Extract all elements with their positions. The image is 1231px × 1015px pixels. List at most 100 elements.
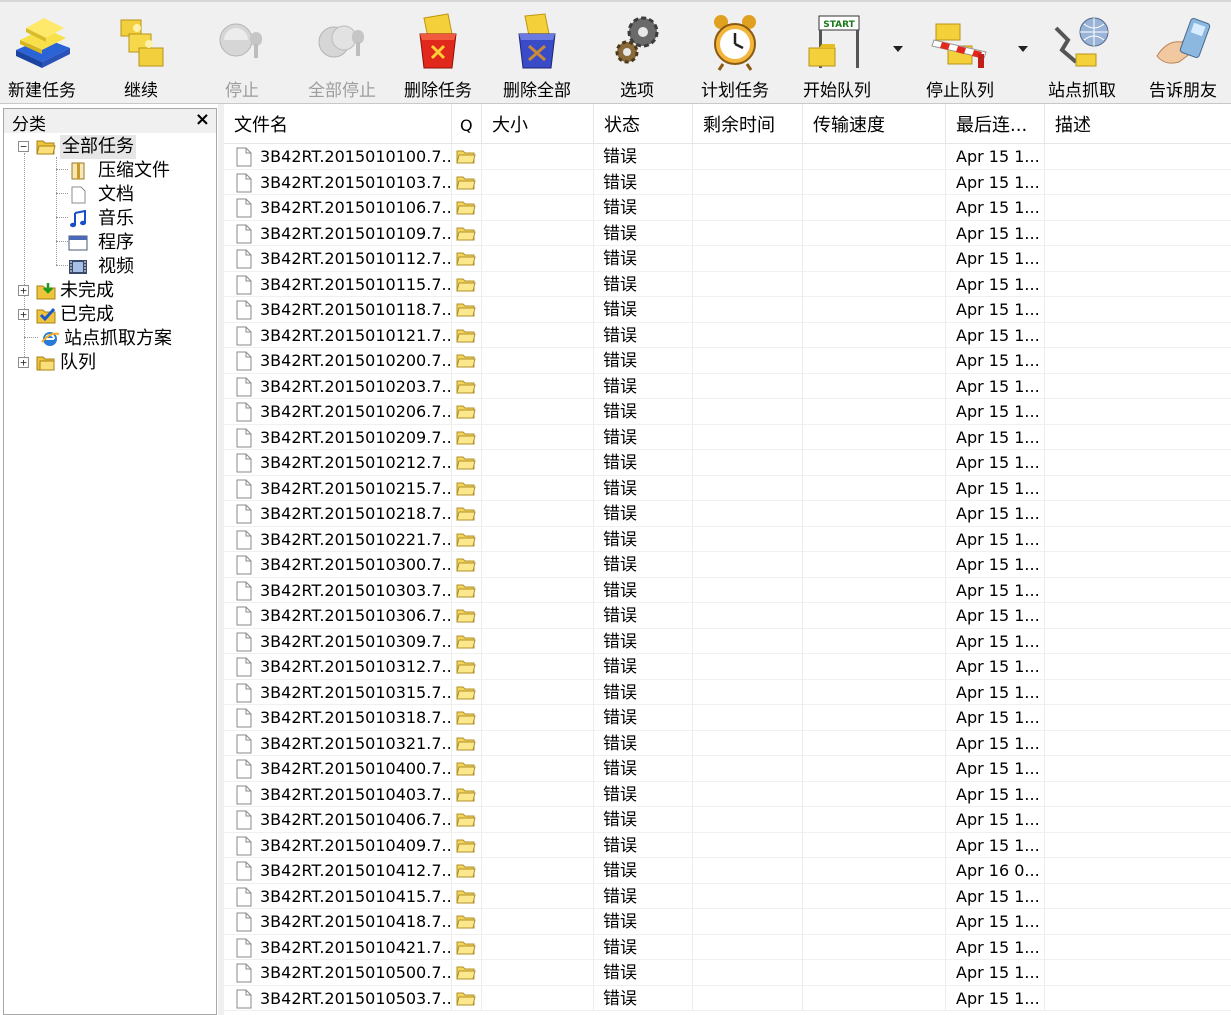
stop-button[interactable]: 停止 xyxy=(202,6,282,102)
column-header-speed[interactable]: 传输速度 xyxy=(803,104,946,144)
tree-expand-toggle[interactable]: + xyxy=(18,357,29,368)
delete-all-button[interactable]: 删除全部 xyxy=(496,6,578,102)
table-row[interactable]: 3B42RT.2015010306.7... 错误 Apr 15 1... xyxy=(224,603,1231,629)
table-row[interactable]: 3B42RT.2015010103.7... 错误 Apr 15 1... xyxy=(224,169,1231,195)
table-row[interactable]: 3B42RT.2015010403.7... 错误 Apr 15 1... xyxy=(224,781,1231,807)
table-row[interactable]: 3B42RT.2015010106.7... 错误 Apr 15 1... xyxy=(224,195,1231,221)
table-row[interactable]: 3B42RT.2015010406.7... 错误 Apr 15 1... xyxy=(224,807,1231,833)
last-try-cell: Apr 15 1... xyxy=(946,807,1045,832)
table-row[interactable]: 3B42RT.2015010412.7... 错误 Apr 16 0... xyxy=(224,858,1231,884)
tree-item-site-grab-plans[interactable]: 站点抓取方案 xyxy=(4,327,214,351)
queue-cell xyxy=(452,858,482,883)
description-cell xyxy=(1045,782,1231,807)
tree-item-documents[interactable]: 文档 xyxy=(4,183,214,207)
table-row[interactable]: 3B42RT.2015010315.7... 错误 Apr 15 1... xyxy=(224,679,1231,705)
table-row[interactable]: 3B42RT.2015010209.7... 错误 Apr 15 1... xyxy=(224,424,1231,450)
tree-item-programs[interactable]: 程序 xyxy=(4,231,214,255)
size-cell xyxy=(482,169,594,195)
table-row[interactable]: 3B42RT.2015010203.7... 错误 Apr 15 1... xyxy=(224,373,1231,399)
table-row[interactable]: 3B42RT.2015010121.7... 错误 Apr 15 1... xyxy=(224,322,1231,348)
speed-cell xyxy=(803,246,946,271)
time-left-cell xyxy=(693,169,803,195)
table-row[interactable]: 3B42RT.2015010415.7... 错误 Apr 15 1... xyxy=(224,883,1231,909)
column-header-status[interactable]: 状态 xyxy=(594,104,693,144)
filename-cell: 3B42RT.2015010200.7... xyxy=(224,348,452,373)
filename-text: 3B42RT.2015010312.7... xyxy=(260,657,452,676)
table-row[interactable]: 3B42RT.2015010109.7... 错误 Apr 15 1... xyxy=(224,220,1231,246)
last-try-cell: Apr 15 1... xyxy=(946,628,1045,654)
table-row[interactable]: 3B42RT.2015010100.7... 错误 Apr 15 1... xyxy=(224,144,1231,170)
tell-friend-label: 告诉朋友 xyxy=(1149,81,1217,101)
last-try-cell: Apr 15 1... xyxy=(946,960,1045,985)
table-row[interactable]: 3B42RT.2015010500.7... 错误 Apr 15 1... xyxy=(224,960,1231,986)
tree-item-finished[interactable]: + 已完成 xyxy=(4,303,214,327)
close-panel-button[interactable]: × xyxy=(195,109,210,130)
stop-all-button[interactable]: 全部停止 xyxy=(300,6,384,102)
status-cell: 错误 xyxy=(594,373,693,399)
speed-cell xyxy=(803,909,946,934)
column-header-time-left[interactable]: 剩余时间 xyxy=(693,104,803,144)
table-row[interactable]: 3B42RT.2015010318.7... 错误 Apr 15 1... xyxy=(224,705,1231,731)
status-cell: 错误 xyxy=(594,654,693,679)
last-try-cell: Apr 15 1... xyxy=(946,526,1045,552)
start-queue-dropdown-arrow[interactable] xyxy=(893,46,903,52)
stop-queue-dropdown-arrow[interactable] xyxy=(1018,46,1028,52)
table-row[interactable]: 3B42RT.2015010206.7... 错误 Apr 15 1... xyxy=(224,399,1231,425)
tree-item-queues[interactable]: + 队列 xyxy=(4,351,214,375)
tree-item-unfinished[interactable]: + 未完成 xyxy=(4,279,214,303)
delete-task-button[interactable]: 删除任务 xyxy=(398,6,478,102)
time-left-cell xyxy=(693,883,803,909)
table-row[interactable]: 3B42RT.2015010309.7... 错误 Apr 15 1... xyxy=(224,628,1231,654)
column-header-description[interactable]: 描述 xyxy=(1045,104,1231,144)
table-row[interactable]: 3B42RT.2015010221.7... 错误 Apr 15 1... xyxy=(224,526,1231,552)
table-row[interactable]: 3B42RT.2015010118.7... 错误 Apr 15 1... xyxy=(224,297,1231,323)
queue-folder-icon xyxy=(456,405,476,419)
description-cell xyxy=(1045,884,1231,909)
table-row[interactable]: 3B42RT.2015010215.7... 错误 Apr 15 1... xyxy=(224,475,1231,501)
tell-friend-button[interactable]: 告诉朋友 xyxy=(1141,6,1225,102)
table-row[interactable]: 3B42RT.2015010503.7... 错误 Apr 15 1... xyxy=(224,985,1231,1011)
filename-cell: 3B42RT.2015010409.7... xyxy=(224,832,452,858)
table-row[interactable]: 3B42RT.2015010300.7... 错误 Apr 15 1... xyxy=(224,552,1231,578)
table-row[interactable]: 3B42RT.2015010321.7... 错误 Apr 15 1... xyxy=(224,730,1231,756)
schedule-button[interactable]: 计划任务 xyxy=(694,6,776,102)
size-cell xyxy=(482,475,594,501)
last-try-cell: Apr 15 1... xyxy=(946,832,1045,858)
table-row[interactable]: 3B42RT.2015010200.7... 错误 Apr 15 1... xyxy=(224,348,1231,374)
column-header-last-try[interactable]: 最后连... xyxy=(946,104,1045,144)
table-row[interactable]: 3B42RT.2015010115.7... 错误 Apr 15 1... xyxy=(224,271,1231,297)
speed-cell xyxy=(803,424,946,450)
table-row[interactable]: 3B42RT.2015010303.7... 错误 Apr 15 1... xyxy=(224,577,1231,603)
column-header-queue[interactable]: Q xyxy=(452,104,482,144)
speed-cell xyxy=(803,832,946,858)
size-cell xyxy=(482,985,594,1011)
filename-cell: 3B42RT.2015010221.7... xyxy=(224,526,452,552)
column-header-size[interactable]: 大小 xyxy=(482,104,594,144)
column-header-filename[interactable]: 文件名 xyxy=(224,104,452,144)
table-row[interactable]: 3B42RT.2015010218.7... 错误 Apr 15 1... xyxy=(224,501,1231,527)
table-row[interactable]: 3B42RT.2015010112.7... 错误 Apr 15 1... xyxy=(224,246,1231,272)
table-row[interactable]: 3B42RT.2015010421.7... 错误 Apr 15 1... xyxy=(224,934,1231,960)
queue-cell xyxy=(452,552,482,577)
table-row[interactable]: 3B42RT.2015010312.7... 错误 Apr 15 1... xyxy=(224,654,1231,680)
table-row[interactable]: 3B42RT.2015010409.7... 错误 Apr 15 1... xyxy=(224,832,1231,858)
status-cell: 错误 xyxy=(594,322,693,348)
archive-icon xyxy=(71,162,85,180)
table-row[interactable]: 3B42RT.2015010400.7... 错误 Apr 15 1... xyxy=(224,756,1231,782)
tree-expand-toggle[interactable]: + xyxy=(18,285,29,296)
tree-item-music[interactable]: 音乐 xyxy=(4,207,214,231)
tree-collapse-toggle[interactable]: − xyxy=(18,141,29,152)
speed-cell xyxy=(803,603,946,628)
tree-item-all-tasks[interactable]: − 全部任务 xyxy=(4,135,214,159)
start-queue-button[interactable]: START 开始队列 xyxy=(795,6,879,102)
tree-item-video[interactable]: 视频 xyxy=(4,255,214,279)
new-task-button[interactable]: 新建任务 xyxy=(2,6,82,102)
tree-item-archives[interactable]: 压缩文件 xyxy=(4,159,214,183)
tree-expand-toggle[interactable]: + xyxy=(18,309,29,320)
resume-button[interactable]: 继续 xyxy=(101,6,181,102)
table-row[interactable]: 3B42RT.2015010418.7... 错误 Apr 15 1... xyxy=(224,909,1231,935)
site-grabber-button[interactable]: 站点抓取 xyxy=(1041,6,1123,102)
table-row[interactable]: 3B42RT.2015010212.7... 错误 Apr 15 1... xyxy=(224,450,1231,476)
stop-queue-button[interactable]: 停止队列 xyxy=(918,6,1002,102)
options-button[interactable]: 选项 xyxy=(597,6,677,102)
